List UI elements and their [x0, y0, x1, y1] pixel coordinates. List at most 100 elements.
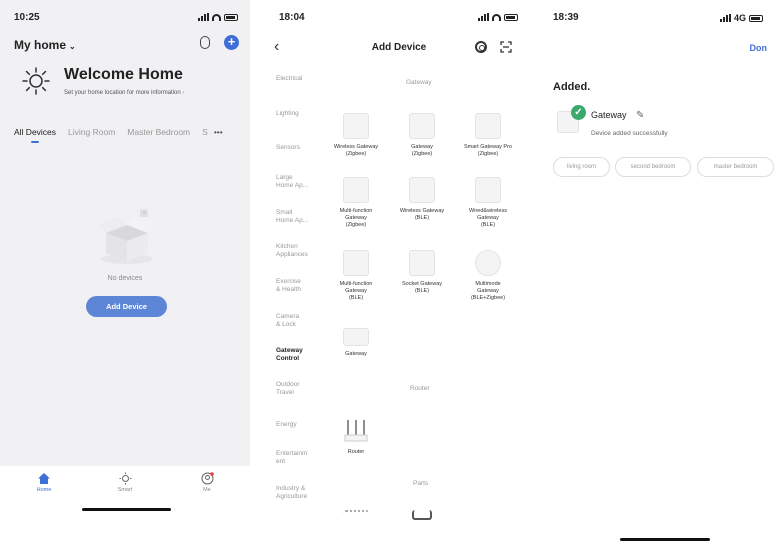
- profile-icon: [201, 472, 214, 485]
- category-item[interactable]: Exercise & Health: [276, 278, 301, 294]
- device-name: Gateway: [591, 110, 627, 120]
- chevron-right-icon: ›: [182, 90, 185, 96]
- category-item[interactable]: Outdoor Travel: [276, 381, 300, 397]
- device-item[interactable]: Multimode Gateway (BLE+Zigbee): [457, 250, 519, 302]
- tab-smart[interactable]: Smart: [105, 472, 145, 493]
- chevron-down-icon: ⌄: [69, 42, 76, 51]
- category-item[interactable]: Electrical: [276, 75, 302, 83]
- done-button[interactable]: Don: [750, 43, 768, 53]
- category-item[interactable]: Large Home Ap...: [276, 174, 308, 190]
- device-thumbnail: [343, 510, 369, 518]
- status-time: 18:04: [279, 12, 305, 23]
- device-added-screen: 18:39 4G Don Added. ✓ Gateway ✎ Device a…: [540, 0, 775, 542]
- category-item[interactable]: Camera & Lock: [276, 313, 299, 329]
- add-device-screen: 18:04 ‹ Add Device Electrical Lighting S…: [268, 0, 530, 542]
- tab-overflow[interactable]: S: [202, 127, 208, 137]
- room-chip[interactable]: second bedroom: [615, 157, 691, 177]
- signal-icon: [478, 13, 489, 21]
- welcome-title: Welcome Home: [64, 66, 183, 83]
- signal-icon: [198, 13, 209, 21]
- device-item[interactable]: [391, 510, 453, 525]
- section-gateway: Gateway: [406, 79, 432, 86]
- status-bar: 10:25: [0, 10, 250, 26]
- home-screen: 10:25 My home ⌄ + Welcome Home Set your h…: [0, 0, 250, 542]
- device-item[interactable]: Gateway (Zigbee): [391, 113, 453, 158]
- device-thumbnail: [343, 250, 369, 276]
- category-item[interactable]: Entertainm ent: [276, 450, 307, 466]
- signal-icon: [719, 14, 731, 22]
- category-item[interactable]: Lighting: [276, 110, 299, 118]
- added-heading: Added.: [553, 81, 591, 93]
- status-icons: 4G: [719, 13, 763, 23]
- device-item[interactable]: [325, 510, 387, 523]
- device-item[interactable]: Gateway: [325, 322, 387, 358]
- tab-me[interactable]: Me: [187, 472, 227, 493]
- device-item[interactable]: Socket Gateway (BLE): [391, 250, 453, 295]
- device-item[interactable]: Smart Gateway Pro (Zigbee): [457, 113, 519, 158]
- status-bar: 18:39 4G: [540, 10, 775, 26]
- device-thumbnail: [409, 113, 435, 139]
- edit-icon[interactable]: ✎: [636, 110, 644, 121]
- category-item[interactable]: Energy: [276, 421, 297, 429]
- status-icons: [198, 13, 238, 21]
- bottom-tab-bar: Home Smart Me: [0, 466, 250, 542]
- status-bar: 18:04: [268, 10, 530, 26]
- wifi-icon: [492, 13, 501, 21]
- room-chip[interactable]: living room: [553, 157, 610, 177]
- category-item[interactable]: Sensors: [276, 144, 300, 152]
- section-parts: Parts: [413, 480, 429, 487]
- section-router: Router: [410, 385, 430, 392]
- device-thumbnail: [412, 510, 432, 520]
- add-device-button[interactable]: Add Device: [86, 296, 167, 317]
- status-icons: [478, 13, 518, 21]
- battery-icon: [504, 13, 518, 21]
- device-item[interactable]: Wired&wireless Gateway (BLE): [457, 177, 519, 229]
- category-item[interactable]: Small Home Ap...: [276, 209, 308, 225]
- room-tabs: All Devices Living Room Master Bedroom S…: [14, 127, 223, 137]
- tab-master-bedroom[interactable]: Master Bedroom: [127, 127, 190, 137]
- device-item[interactable]: Multi-function Gateway (BLE): [325, 250, 387, 302]
- sun-icon: [119, 472, 131, 485]
- device-thumbnail: [475, 113, 501, 139]
- device-thumbnail: [343, 328, 369, 346]
- tab-living-room[interactable]: Living Room: [68, 127, 115, 137]
- wifi-icon: [212, 13, 221, 21]
- tab-all-devices[interactable]: All Devices: [14, 127, 56, 137]
- device-thumbnail: [343, 113, 369, 139]
- device-item[interactable]: Wireless Gateway (BLE): [391, 177, 453, 222]
- tab-home[interactable]: Home: [24, 472, 64, 493]
- home-indicator: [82, 508, 171, 511]
- home-name: My home: [14, 38, 67, 52]
- device-item[interactable]: Router: [325, 418, 387, 456]
- router-icon: [344, 420, 368, 442]
- device-item[interactable]: Multi-function Gateway (Zigbee): [325, 177, 387, 229]
- microphone-icon[interactable]: [200, 36, 210, 49]
- category-item[interactable]: Kitchen Appliances: [276, 243, 308, 259]
- qr-scan-icon[interactable]: [500, 41, 512, 53]
- room-chip[interactable]: master bedroom: [697, 157, 774, 177]
- auto-scan-icon[interactable]: [475, 41, 487, 53]
- status-text: Device added successfully: [591, 130, 668, 137]
- check-icon: ✓: [571, 105, 586, 120]
- status-time: 10:25: [14, 12, 40, 23]
- socket-thumbnail: [409, 250, 435, 276]
- home-selector[interactable]: My home ⌄: [14, 38, 76, 52]
- status-time: 18:39: [553, 12, 579, 23]
- home-indicator: [620, 538, 710, 541]
- device-thumbnail: [409, 177, 435, 203]
- location-prompt[interactable]: Set your home location for more informat…: [64, 90, 184, 96]
- category-item-active[interactable]: Gateway Control: [276, 347, 303, 363]
- device-thumbnail: [475, 177, 501, 203]
- empty-box-illustration: [98, 209, 156, 264]
- device-thumbnail: [343, 177, 369, 203]
- battery-icon: [224, 13, 238, 21]
- device-item[interactable]: Wireless Gateway (Zigbee): [325, 113, 387, 158]
- tab-indicator: [31, 141, 39, 143]
- more-tabs-icon[interactable]: •••: [214, 127, 223, 137]
- empty-state-text: No devices: [107, 275, 143, 282]
- device-thumbnail: [475, 250, 501, 276]
- add-button[interactable]: +: [224, 35, 239, 50]
- sun-icon: [22, 67, 50, 95]
- home-icon: [38, 473, 50, 484]
- category-item[interactable]: Industry & Agriculture: [276, 485, 307, 501]
